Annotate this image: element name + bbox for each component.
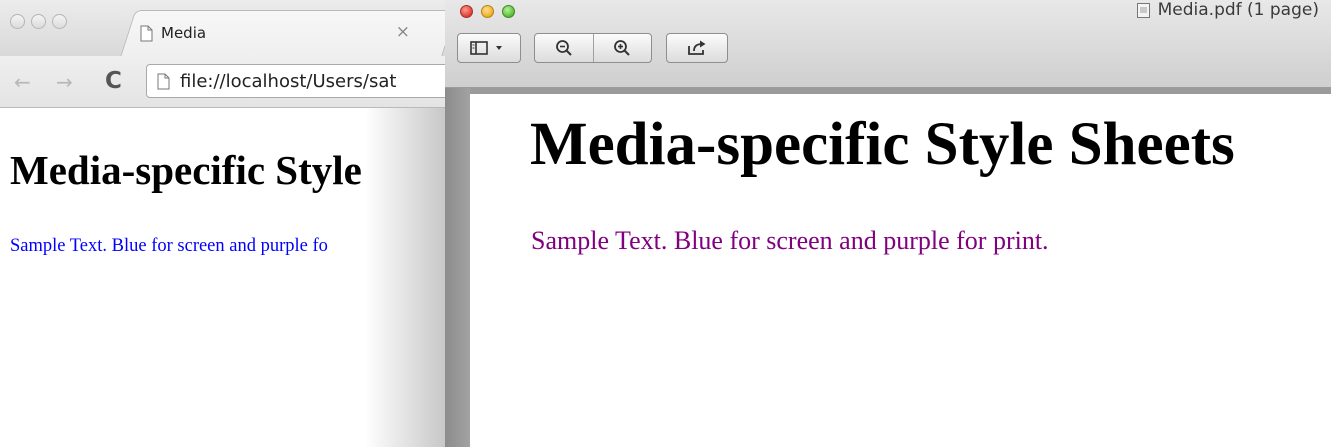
tab-title: Media: [161, 24, 207, 42]
browser-window: Media × ← → C file://localhost/Users/sat…: [0, 0, 460, 447]
address-bar[interactable]: file://localhost/Users/sat: [146, 64, 460, 98]
url-text: file://localhost/Users/sat: [180, 70, 397, 92]
preview-toolbar: Media.pdf (1 page): [445, 0, 1331, 88]
share-icon: [688, 40, 706, 55]
document-icon: [140, 25, 153, 41]
sample-text: Sample Text. Blue for screen and purple …: [10, 236, 328, 256]
pdf-document-icon: [1136, 2, 1150, 18]
preview-window-controls: [460, 5, 515, 18]
pdf-sample-text: Sample Text. Blue for screen and purple …: [531, 226, 1049, 255]
window-title-text: Media.pdf (1 page): [1157, 0, 1319, 20]
zoom-out-icon: [555, 40, 572, 56]
share-button[interactable]: [666, 33, 728, 63]
zoom-window-button[interactable]: [502, 5, 515, 18]
browser-titlebar: Media ×: [0, 0, 460, 57]
tab-close-icon[interactable]: ×: [396, 22, 410, 42]
zoom-window-button[interactable]: [52, 14, 67, 29]
close-window-button[interactable]: [10, 14, 25, 29]
preview-side-gutter: [445, 88, 470, 447]
browser-window-controls: [10, 14, 67, 29]
minimize-window-button[interactable]: [481, 5, 494, 18]
reload-button[interactable]: C: [105, 68, 122, 94]
minimize-window-button[interactable]: [31, 14, 46, 29]
zoom-control: [534, 33, 652, 63]
sidebar-view-button[interactable]: [457, 33, 521, 63]
sidebar-view-icon: [470, 41, 502, 55]
browser-toolbar: ← → C file://localhost/Users/sat: [0, 56, 460, 108]
forward-button[interactable]: →: [56, 70, 73, 94]
window-title: Media.pdf (1 page): [1136, 0, 1319, 20]
back-button[interactable]: ←: [14, 70, 31, 94]
preview-window: Media.pdf (1 page) Media-specific Style …: [445, 0, 1331, 447]
zoom-in-button[interactable]: [594, 34, 652, 62]
page-heading: Media-specific Style: [10, 147, 362, 193]
close-window-button[interactable]: [460, 5, 473, 18]
browser-tab[interactable]: Media ×: [140, 16, 430, 50]
pdf-heading: Media-specific Style Sheets: [530, 111, 1235, 178]
zoom-out-button[interactable]: [535, 34, 593, 62]
zoom-in-icon: [614, 40, 630, 56]
page-icon: [157, 73, 170, 89]
